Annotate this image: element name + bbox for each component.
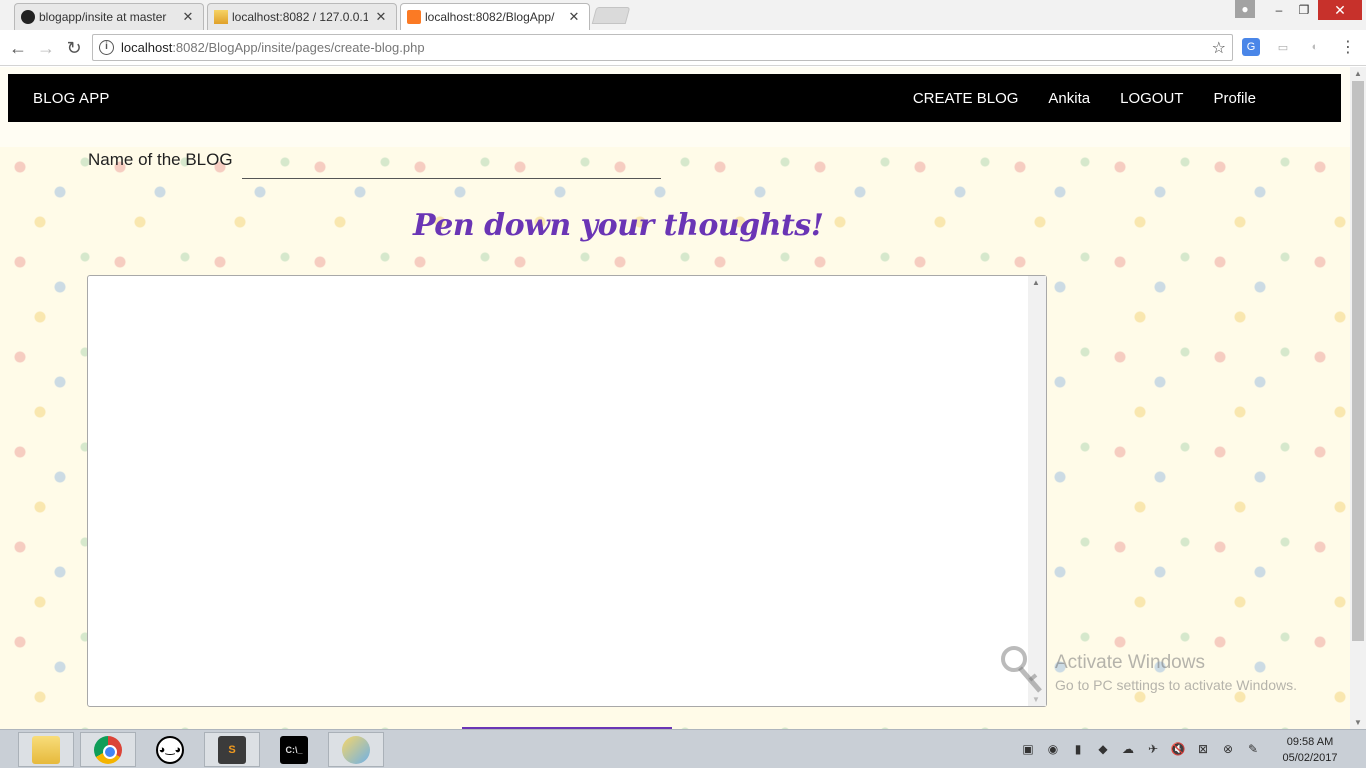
scroll-down-arrow-icon[interactable]: ▼ xyxy=(1032,695,1040,704)
tray-icon[interactable]: ◉ xyxy=(1045,741,1061,757)
clock-date: 05/02/2017 xyxy=(1282,752,1338,764)
volume-icon[interactable]: 🔇 xyxy=(1170,741,1186,757)
github-icon xyxy=(21,10,35,24)
bookmark-star-icon[interactable]: ☆ xyxy=(1212,38,1226,58)
sublime-text-icon: S xyxy=(218,735,246,764)
page-scrollbar[interactable]: ▲ ▼ xyxy=(1350,67,1366,729)
taskbar-paint[interactable] xyxy=(328,732,384,767)
tray-icon[interactable]: ⊠ xyxy=(1195,741,1211,757)
info-icon[interactable]: i xyxy=(99,40,114,55)
extension-icon[interactable]: ▭ xyxy=(1274,38,1292,56)
tab-blogapp[interactable]: localhost:8082/BlogApp/ ✕ xyxy=(400,3,590,30)
brand-link[interactable]: BLOG APP xyxy=(33,90,110,107)
clock-time: 09:58 AM xyxy=(1286,736,1334,748)
scrollbar-thumb[interactable] xyxy=(1352,81,1364,641)
battery-icon[interactable]: ▮ xyxy=(1070,741,1086,757)
windows-taskbar: ◕‿◕ S C:\_ ▣ ◉ ▮ ◆ ☁ ✈ 🔇 ⊠ ⊗ ✎ 09:58 AM … xyxy=(0,729,1366,768)
nav-profile[interactable]: Profile xyxy=(1213,90,1256,107)
network-icon[interactable]: ✈ xyxy=(1145,741,1161,757)
file-explorer-icon xyxy=(32,735,60,764)
scroll-down-arrow-icon[interactable]: ▼ xyxy=(1354,718,1362,727)
tray-icon[interactable]: ☁ xyxy=(1120,741,1136,757)
tab-phpmyadmin[interactable]: localhost:8082 / 127.0.0.1 ✕ xyxy=(207,3,397,30)
close-tab-icon[interactable]: ✕ xyxy=(181,9,195,25)
system-clock[interactable]: 09:58 AM 05/02/2017 xyxy=(1270,734,1350,766)
paint-icon xyxy=(342,735,370,764)
close-window-button[interactable]: ✕ xyxy=(1318,0,1362,20)
address-bar[interactable]: i localhost:8082/BlogApp/insite/pages/cr… xyxy=(92,34,1233,61)
tab-title: localhost:8082/BlogApp/ xyxy=(425,10,555,24)
xampp-icon xyxy=(407,10,421,24)
tray-icon[interactable]: ◆ xyxy=(1095,741,1111,757)
page-viewport: BLOG APP CREATE BLOG Ankita LOGOUT Profi… xyxy=(0,67,1350,729)
blog-name-label: Name of the BLOG xyxy=(88,150,233,169)
browser-tab-strip: blogapp/insite at master ✕ localhost:808… xyxy=(0,0,1366,30)
chrome-icon xyxy=(94,735,122,764)
key-icon xyxy=(1001,646,1042,693)
xampp-tray-icon[interactable]: ⊗ xyxy=(1220,741,1236,757)
blog-content-textarea[interactable] xyxy=(87,275,1047,707)
scroll-up-arrow-icon[interactable]: ▲ xyxy=(1354,69,1362,78)
watermark-title: Activate Windows xyxy=(1055,652,1205,673)
tab-title: localhost:8082 / 127.0.0.1 xyxy=(232,10,368,24)
forward-icon[interactable]: → xyxy=(35,37,57,59)
maximize-button[interactable]: ❐ xyxy=(1293,0,1315,20)
command-prompt-icon: C:\_ xyxy=(280,735,308,764)
back-icon[interactable]: ← xyxy=(7,37,29,59)
url-path: :8082/BlogApp/insite/pages/create-blog.p… xyxy=(172,40,425,55)
new-tab-button[interactable] xyxy=(591,7,631,24)
reload-icon[interactable]: ↻ xyxy=(63,37,85,59)
tray-icon[interactable]: ▣ xyxy=(1020,741,1036,757)
chrome-menu-icon[interactable]: ⋮ xyxy=(1340,37,1356,57)
translate-extension-icon[interactable]: G xyxy=(1242,38,1260,56)
taskbar-chrome[interactable] xyxy=(80,732,136,767)
extension-icon[interactable]: ◐ xyxy=(1306,38,1324,56)
site-navbar: BLOG APP CREATE BLOG Ankita LOGOUT Profi… xyxy=(8,74,1341,122)
nav-create-blog[interactable]: CREATE BLOG xyxy=(913,90,1019,107)
url-text: localhost:8082/BlogApp/insite/pages/crea… xyxy=(121,40,425,55)
nav-username[interactable]: Ankita xyxy=(1048,90,1090,107)
taskbar-file-explorer[interactable] xyxy=(18,732,74,767)
close-tab-icon[interactable]: ✕ xyxy=(374,9,388,25)
minimize-button[interactable]: – xyxy=(1268,0,1290,20)
close-tab-icon[interactable]: ✕ xyxy=(567,9,581,25)
url-host: localhost xyxy=(121,40,173,55)
tray-icon[interactable]: ✎ xyxy=(1245,741,1261,757)
page-heading: Pen down your thoughts! xyxy=(413,208,824,243)
face-app-icon: ◕‿◕ xyxy=(156,735,184,764)
tab-title: blogapp/insite at master xyxy=(39,10,167,24)
textarea-scrollbar[interactable]: ▲ ▼ xyxy=(1028,276,1046,706)
taskbar-sublime[interactable]: S xyxy=(204,732,260,767)
taskbar-face-app[interactable]: ◕‿◕ xyxy=(142,732,198,767)
scroll-up-arrow-icon[interactable]: ▲ xyxy=(1032,278,1040,287)
browser-toolbar: ← → ↻ i localhost:8082/BlogApp/insite/pa… xyxy=(0,30,1366,66)
system-tray: ▣ ◉ ▮ ◆ ☁ ✈ 🔇 ⊠ ⊗ ✎ xyxy=(1020,741,1261,757)
user-profile-icon[interactable]: ● xyxy=(1235,0,1255,18)
tab-github[interactable]: blogapp/insite at master ✕ xyxy=(14,3,204,30)
phpmyadmin-icon xyxy=(214,10,228,24)
taskbar-cmd[interactable]: C:\_ xyxy=(266,732,322,767)
blog-name-input[interactable] xyxy=(242,151,661,179)
nav-links: CREATE BLOG Ankita LOGOUT Profile xyxy=(913,90,1256,107)
watermark-subtitle: Go to PC settings to activate Windows. xyxy=(1055,677,1297,693)
nav-logout[interactable]: LOGOUT xyxy=(1120,90,1183,107)
